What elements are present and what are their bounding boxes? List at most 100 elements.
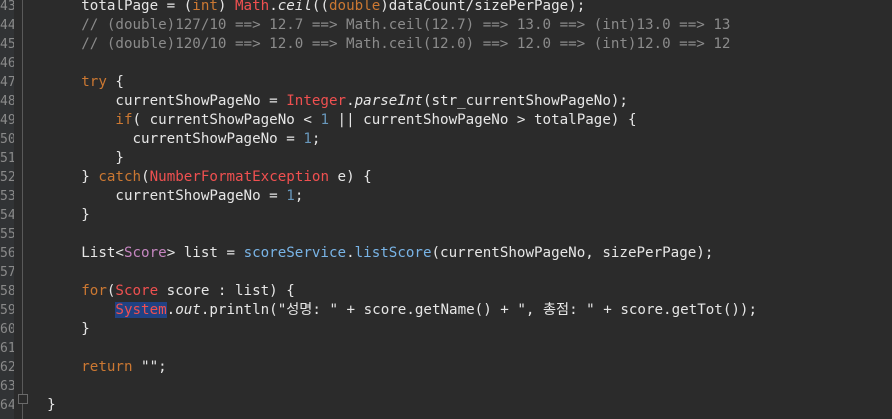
- code-line[interactable]: 47 try {: [0, 73, 892, 92]
- line-number: 63: [0, 379, 14, 394]
- code-token: listScore: [354, 245, 432, 261]
- code-token: }: [81, 321, 90, 337]
- code-line[interactable]: 45 // (double)120/10 ==> 12.0 ==> Math.c…: [0, 35, 892, 54]
- code-text[interactable]: if( currentShowPageNo < 1 || currentShow…: [30, 111, 636, 130]
- code-line[interactable]: 62 return "";: [0, 358, 892, 377]
- code-line[interactable]: 63: [0, 377, 892, 396]
- code-line[interactable]: 44 // (double)127/10 ==> 12.7 ==> Math.c…: [0, 16, 892, 35]
- line-number: 47: [0, 75, 14, 90]
- code-line[interactable]: 55: [0, 225, 892, 244]
- code-line[interactable]: 56 List<Score> list = scoreService.listS…: [0, 244, 892, 263]
- line-number: 59: [0, 303, 14, 318]
- code-token: ;: [311, 131, 321, 147]
- code-text[interactable]: currentShowPageNo = 1;: [30, 130, 321, 149]
- line-number: 55: [0, 227, 14, 242]
- code-token: ((: [311, 0, 329, 14]
- code-line[interactable]: 59 System.out.println("성명: " + score.get…: [0, 301, 892, 320]
- code-line[interactable]: 49 if( currentShowPageNo < 1 || currentS…: [0, 111, 892, 130]
- code-line[interactable]: 46: [0, 54, 892, 73]
- line-number: 51: [0, 151, 14, 166]
- code-token: }: [81, 207, 90, 223]
- code-text[interactable]: }: [30, 206, 90, 225]
- code-text[interactable]: }: [30, 320, 90, 339]
- code-text[interactable]: List<Score> list = scoreService.listScor…: [30, 244, 713, 263]
- code-text[interactable]: currentShowPageNo = 1;: [30, 187, 303, 206]
- line-number: 52: [0, 170, 14, 185]
- code-token: Score: [123, 245, 167, 261]
- code-text[interactable]: // (double)120/10 ==> 12.0 ==> Math.ceil…: [30, 35, 730, 54]
- code-line[interactable]: 57: [0, 263, 892, 282]
- code-token: (: [141, 169, 150, 185]
- code-line[interactable]: 52 } catch(NumberFormatException e) {: [0, 168, 892, 187]
- code-line[interactable]: 43 totalPage = (int) Math.ceil((double)d…: [0, 0, 892, 16]
- code-line[interactable]: 53 currentShowPageNo = 1;: [0, 187, 892, 206]
- code-token: .println("성명: " + score.getName() + ", 총…: [200, 302, 758, 318]
- code-token: totalPage = (: [81, 0, 193, 14]
- line-number: 53: [0, 189, 14, 204]
- line-number: 56: [0, 246, 14, 261]
- code-line[interactable]: 54 }: [0, 206, 892, 225]
- code-token: out: [175, 302, 201, 318]
- code-token: try: [81, 74, 107, 90]
- code-text[interactable]: } catch(NumberFormatException e) {: [30, 168, 372, 187]
- selected-token: System: [115, 302, 167, 318]
- code-text[interactable]: currentShowPageNo = Integer.parseInt(str…: [30, 92, 628, 111]
- code-token: {: [106, 74, 124, 90]
- code-token: Math: [235, 0, 270, 14]
- code-token: ;: [294, 188, 304, 204]
- code-token: ): [217, 0, 236, 14]
- line-number: 58: [0, 284, 14, 299]
- code-text[interactable]: totalPage = (int) Math.ceil((double)data…: [30, 0, 585, 16]
- code-text[interactable]: // (double)127/10 ==> 12.7 ==> Math.ceil…: [30, 16, 730, 35]
- code-token: score : list) {: [158, 283, 295, 299]
- line-number: 60: [0, 322, 14, 337]
- code-token: 1: [320, 112, 329, 128]
- code-line[interactable]: 61: [0, 339, 892, 358]
- code-line[interactable]: 51 }: [0, 149, 892, 168]
- code-token: > list =: [166, 245, 244, 261]
- code-text[interactable]: System.out.println("성명: " + score.getNam…: [30, 301, 757, 320]
- code-token: .: [346, 93, 355, 109]
- code-editor[interactable]: 43 totalPage = (int) Math.ceil((double)d…: [0, 0, 892, 419]
- code-text[interactable]: for(Score score : list) {: [30, 282, 295, 301]
- code-token: }: [81, 169, 99, 185]
- code-line[interactable]: 48 currentShowPageNo = Integer.parseInt(…: [0, 92, 892, 111]
- code-text[interactable]: }: [30, 396, 56, 415]
- code-line[interactable]: 58 for(Score score : list) {: [0, 282, 892, 301]
- code-line[interactable]: 60 }: [0, 320, 892, 339]
- code-token: for: [81, 283, 107, 299]
- line-number: 48: [0, 94, 14, 109]
- code-token: scoreService: [243, 245, 347, 261]
- code-lines: 43 totalPage = (int) Math.ceil((double)d…: [0, 0, 892, 415]
- line-number: 61: [0, 341, 14, 356]
- line-number: 44: [0, 18, 14, 33]
- code-token: .: [346, 245, 355, 261]
- code-token: e) {: [328, 169, 372, 185]
- code-token: NumberFormatException: [149, 169, 329, 185]
- code-line[interactable]: 64 }: [0, 396, 892, 415]
- code-token: 1: [286, 188, 295, 204]
- code-token: }: [115, 150, 124, 166]
- code-token: parseInt: [354, 93, 423, 109]
- code-token: (str_currentShowPageNo);: [422, 93, 628, 109]
- code-token: .: [166, 302, 176, 318]
- code-token: List<: [81, 245, 124, 261]
- line-number: 57: [0, 265, 14, 280]
- code-token: ceil: [277, 0, 312, 14]
- code-token: currentShowPageNo =: [115, 188, 287, 204]
- code-text[interactable]: }: [30, 149, 124, 168]
- code-text[interactable]: return "";: [30, 358, 166, 377]
- code-text[interactable]: try {: [30, 73, 124, 92]
- code-line[interactable]: 50 currentShowPageNo = 1;: [0, 130, 892, 149]
- code-token: .: [269, 0, 278, 14]
